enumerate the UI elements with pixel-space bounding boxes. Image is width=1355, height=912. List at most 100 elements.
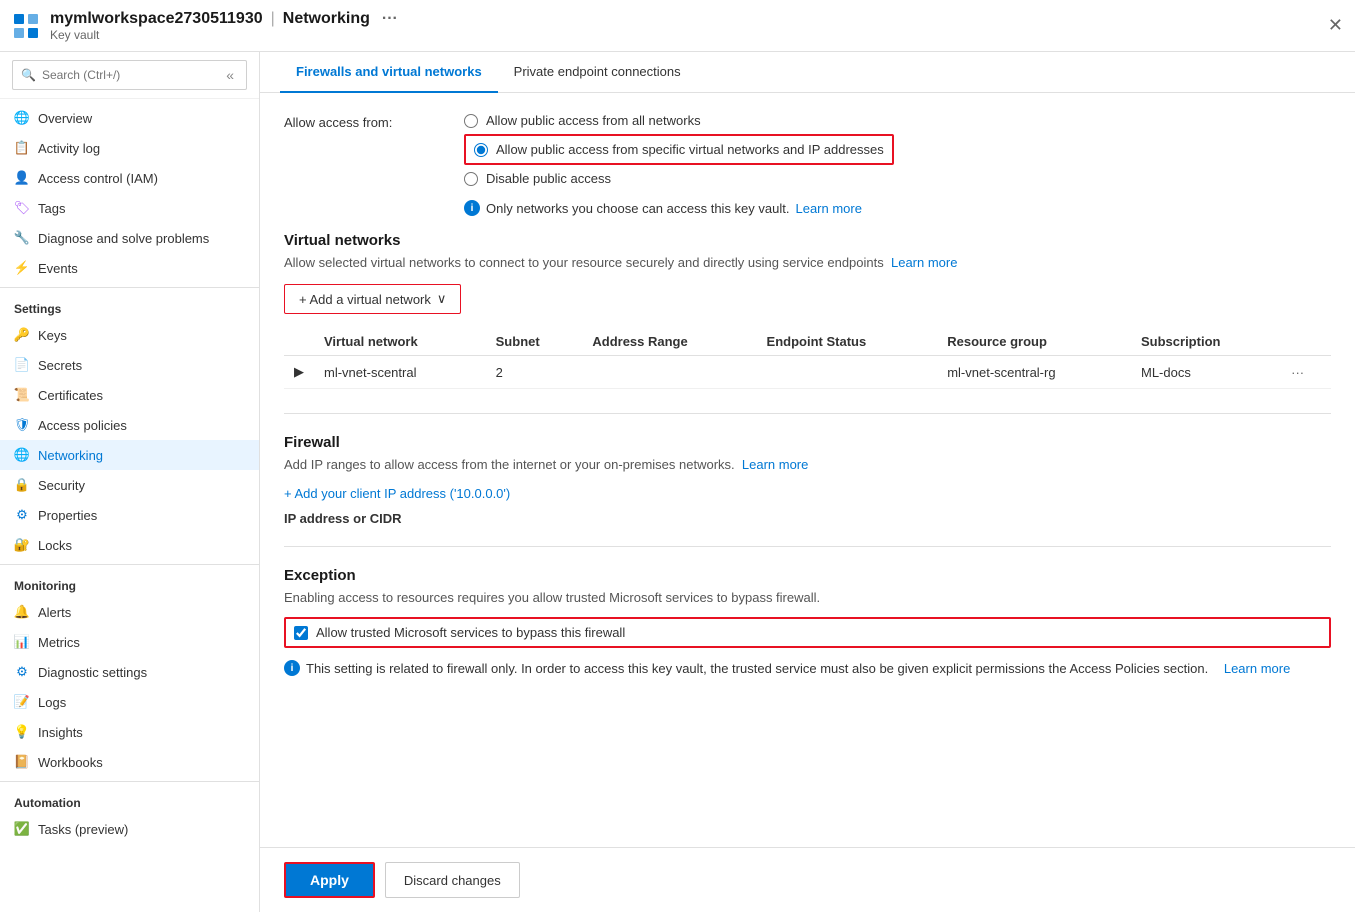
- ip-input-label: IP address or CIDR: [284, 511, 1331, 526]
- add-ip-button[interactable]: + Add your client IP address ('10.0.0.0'…: [284, 486, 510, 501]
- sidebar-item-certificates[interactable]: 📜 Certificates: [0, 380, 259, 410]
- sidebar-label-metrics: Metrics: [38, 635, 80, 650]
- sidebar-item-security[interactable]: 🔒 Security: [0, 470, 259, 500]
- exception-learn-more[interactable]: Learn more: [1224, 661, 1290, 676]
- sidebar-label-locks: Locks: [38, 538, 72, 553]
- sidebar-label-access-policies: Access policies: [38, 418, 127, 433]
- keys-icon: 🔑: [14, 327, 30, 343]
- th-actions: [1281, 328, 1331, 356]
- exception-info-line: i This setting is related to firewall on…: [284, 660, 1331, 676]
- sidebar-item-workbooks[interactable]: 📔 Workbooks: [0, 747, 259, 777]
- sidebar-item-diagnose[interactable]: 🔧 Diagnose and solve problems: [0, 223, 259, 253]
- sidebar-item-diag-settings[interactable]: ⚙ Diagnostic settings: [0, 657, 259, 687]
- vnet-learn-more[interactable]: Learn more: [891, 255, 957, 270]
- discard-button[interactable]: Discard changes: [385, 862, 520, 898]
- sidebar-item-logs[interactable]: 📝 Logs: [0, 687, 259, 717]
- row-more-options[interactable]: ···: [1281, 356, 1331, 389]
- footer-bar: Apply Discard changes: [260, 847, 1355, 912]
- secrets-icon: 📄: [14, 357, 30, 373]
- title-separator: |: [271, 10, 275, 28]
- logs-icon: 📝: [14, 694, 30, 710]
- sidebar: 🔍 « 🌐 Overview 📋 Activity log 👤 Access c…: [0, 52, 260, 912]
- sidebar-label-events: Events: [38, 261, 78, 276]
- sidebar-item-insights[interactable]: 💡 Insights: [0, 717, 259, 747]
- sidebar-item-tasks[interactable]: ✅ Tasks (preview): [0, 814, 259, 844]
- tab-firewalls[interactable]: Firewalls and virtual networks: [280, 52, 498, 93]
- virtual-networks-title: Virtual networks: [284, 232, 1331, 249]
- metrics-icon: 📊: [14, 634, 30, 650]
- row-endpoint-status: [757, 356, 938, 389]
- th-subscription: Subscription: [1131, 328, 1281, 356]
- close-button[interactable]: ✕: [1328, 15, 1343, 36]
- virtual-networks-section: Virtual networks Allow selected virtual …: [284, 232, 1331, 389]
- security-icon: 🔒: [14, 477, 30, 493]
- radio-all-networks-input[interactable]: [464, 114, 478, 128]
- sidebar-item-networking[interactable]: 🌐 Networking: [0, 440, 259, 470]
- sidebar-label-tasks: Tasks (preview): [38, 822, 128, 837]
- row-virtual-network: ml-vnet-scentral: [314, 356, 486, 389]
- sidebar-item-access-policies[interactable]: 🛡 Access policies: [0, 410, 259, 440]
- bypass-firewall-checkbox-label[interactable]: Allow trusted Microsoft services to bypa…: [284, 617, 1331, 648]
- events-icon: ⚡: [14, 260, 30, 276]
- monitoring-section-label: Monitoring: [0, 569, 259, 597]
- sidebar-item-iam[interactable]: 👤 Access control (IAM): [0, 163, 259, 193]
- access-from-section: Allow access from: Allow public access f…: [284, 113, 1331, 216]
- sidebar-item-secrets[interactable]: 📄 Secrets: [0, 350, 259, 380]
- access-from-label: Allow access from:: [284, 113, 404, 130]
- access-info-line: i Only networks you choose can access th…: [464, 200, 894, 216]
- page-name: Networking: [283, 10, 370, 28]
- th-endpoint-status: Endpoint Status: [757, 328, 938, 356]
- bypass-firewall-checkbox[interactable]: [294, 626, 308, 640]
- settings-section-label: Settings: [0, 292, 259, 320]
- radio-all-networks[interactable]: Allow public access from all networks: [464, 113, 894, 128]
- radio-disable[interactable]: Disable public access: [464, 171, 894, 186]
- sidebar-item-locks[interactable]: 🔐 Locks: [0, 530, 259, 560]
- sidebar-nav: 🌐 Overview 📋 Activity log 👤 Access contr…: [0, 99, 259, 912]
- sidebar-item-events[interactable]: ⚡ Events: [0, 253, 259, 283]
- iam-icon: 👤: [14, 170, 30, 186]
- radio-disable-input[interactable]: [464, 172, 478, 186]
- access-radio-group: Allow public access from all networks Al…: [464, 113, 894, 216]
- th-address-range: Address Range: [582, 328, 756, 356]
- tasks-icon: ✅: [14, 821, 30, 837]
- collapse-button[interactable]: «: [222, 65, 238, 85]
- resource-name: mymlworkspace2730511930: [50, 10, 263, 28]
- firewall-title: Firewall: [284, 434, 1331, 451]
- search-icon: 🔍: [21, 68, 36, 82]
- tab-private-endpoints[interactable]: Private endpoint connections: [498, 52, 697, 93]
- search-input[interactable]: [42, 68, 216, 82]
- sidebar-item-keys[interactable]: 🔑 Keys: [0, 320, 259, 350]
- activity-log-icon: 📋: [14, 140, 30, 156]
- sidebar-item-overview[interactable]: 🌐 Overview: [0, 103, 259, 133]
- sidebar-item-properties[interactable]: ⚙ Properties: [0, 500, 259, 530]
- sidebar-label-activity-log: Activity log: [38, 141, 100, 156]
- sidebar-label-security: Security: [38, 478, 85, 493]
- title-dots[interactable]: ···: [382, 10, 398, 28]
- sidebar-item-activity-log[interactable]: 📋 Activity log: [0, 133, 259, 163]
- sidebar-item-tags[interactable]: 🏷 Tags: [0, 193, 259, 223]
- sidebar-label-alerts: Alerts: [38, 605, 71, 620]
- insights-icon: 💡: [14, 724, 30, 740]
- content-body: Allow access from: Allow public access f…: [260, 93, 1355, 847]
- tags-icon: 🏷: [14, 200, 30, 216]
- access-info-text: Only networks you choose can access this…: [486, 201, 789, 216]
- sidebar-label-secrets: Secrets: [38, 358, 82, 373]
- access-learn-more[interactable]: Learn more: [795, 201, 861, 216]
- row-chevron[interactable]: ▶: [284, 356, 314, 389]
- firewall-desc: Add IP ranges to allow access from the i…: [284, 457, 1331, 472]
- access-policies-icon: 🛡: [14, 417, 30, 433]
- sidebar-label-properties: Properties: [38, 508, 97, 523]
- bypass-firewall-label: Allow trusted Microsoft services to bypa…: [316, 625, 625, 640]
- sidebar-label-certificates: Certificates: [38, 388, 103, 403]
- apply-button[interactable]: Apply: [284, 862, 375, 898]
- sidebar-label-diagnose: Diagnose and solve problems: [38, 231, 209, 246]
- sidebar-label-networking: Networking: [38, 448, 103, 463]
- th-expand: [284, 328, 314, 356]
- sidebar-item-alerts[interactable]: 🔔 Alerts: [0, 597, 259, 627]
- firewall-learn-more[interactable]: Learn more: [742, 457, 808, 472]
- radio-specific-networks[interactable]: Allow public access from specific virtua…: [464, 134, 894, 165]
- alerts-icon: 🔔: [14, 604, 30, 620]
- sidebar-item-metrics[interactable]: 📊 Metrics: [0, 627, 259, 657]
- add-virtual-network-button[interactable]: + Add a virtual network ∨: [284, 284, 461, 314]
- radio-specific-networks-input[interactable]: [474, 143, 488, 157]
